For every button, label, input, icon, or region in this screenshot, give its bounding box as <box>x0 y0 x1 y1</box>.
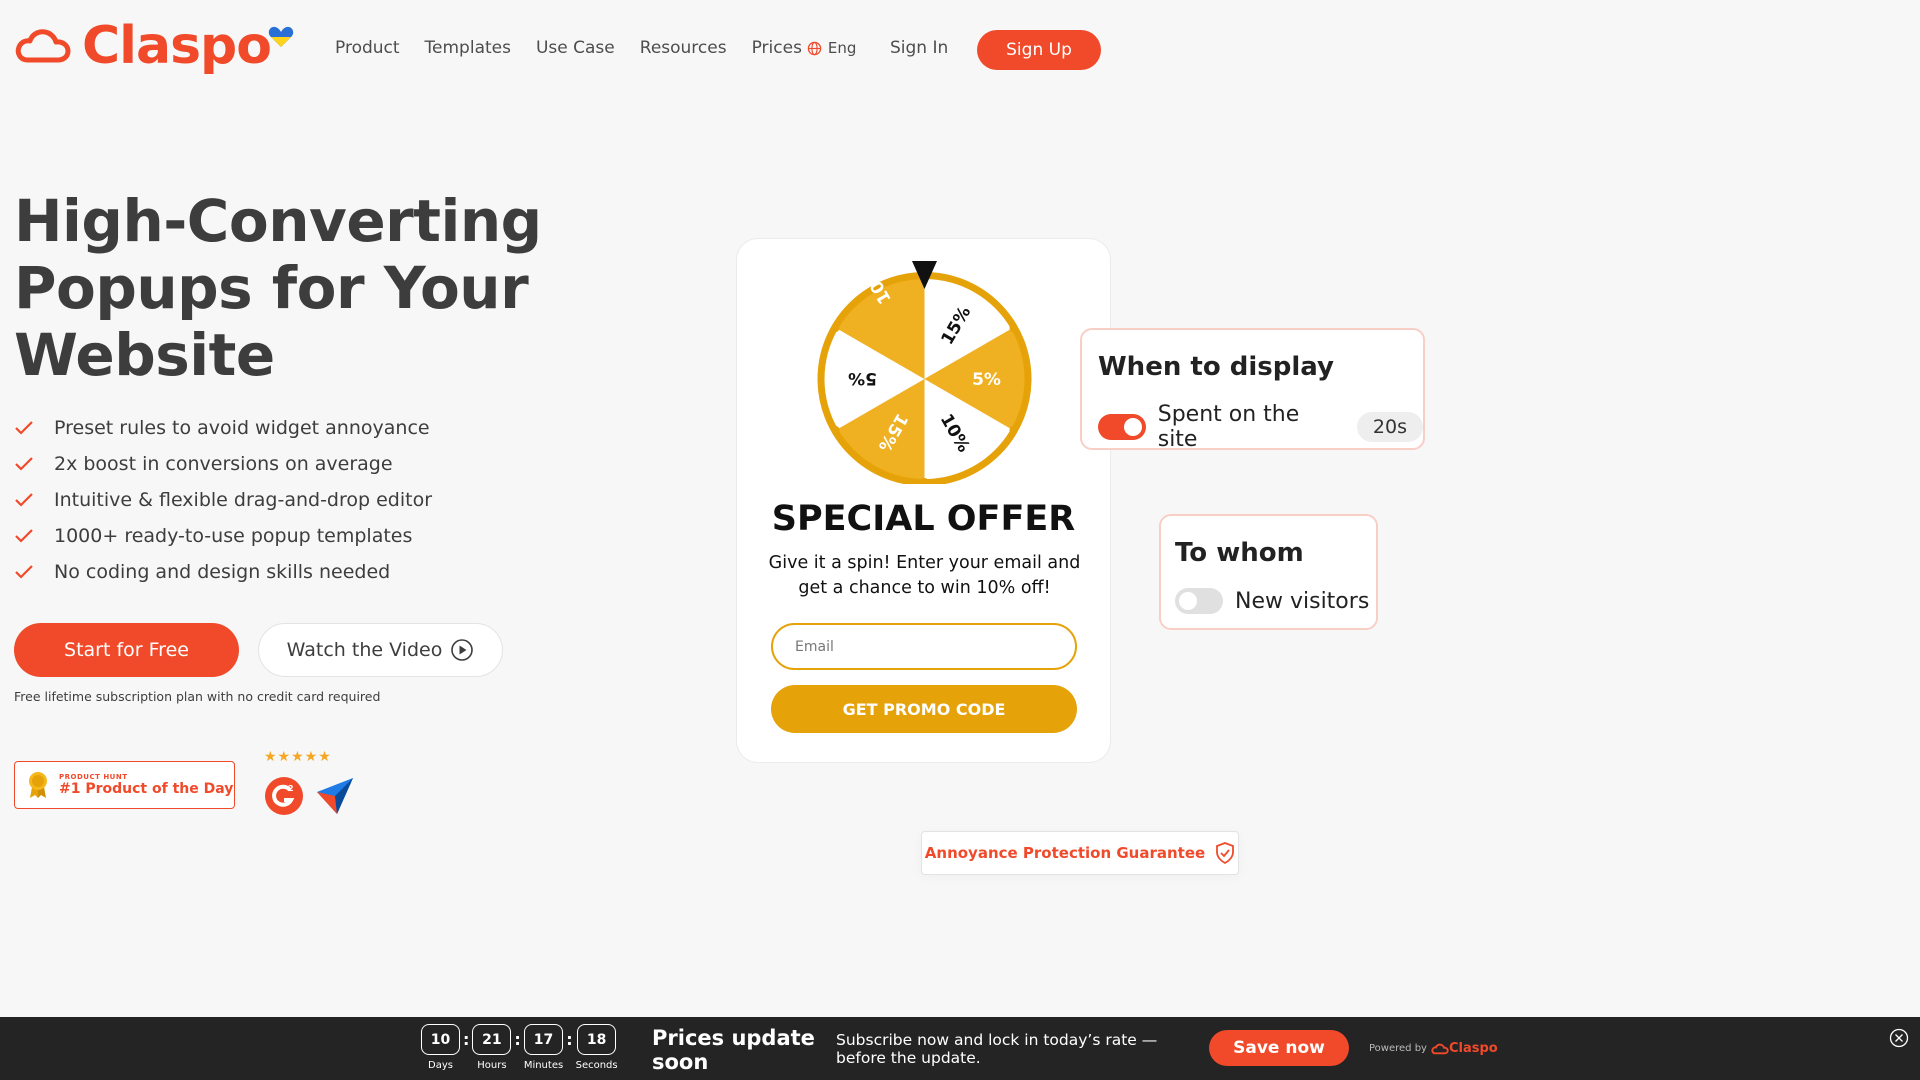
feature-list: Preset rules to avoid widget annoyance 2… <box>14 410 432 590</box>
check-icon <box>14 420 38 436</box>
wheel-label: 5% <box>972 370 1001 390</box>
time-on-site-toggle[interactable] <box>1098 414 1146 440</box>
wheel-label: 5% <box>848 368 877 388</box>
countdown-hours: 21 <box>472 1024 512 1055</box>
cloud-logo-icon <box>15 29 71 63</box>
logo-text: Claspo <box>82 16 272 76</box>
save-now-button[interactable]: Save now <box>1209 1030 1349 1066</box>
annoyance-guarantee-badge[interactable]: Annoyance Protection Guarantee <box>921 831 1239 875</box>
hero-title: High-Converting Popups for Your Website <box>14 187 542 389</box>
free-plan-note: Free lifetime subscription plan with no … <box>14 689 381 704</box>
time-value-pill[interactable]: 20s <box>1356 412 1423 442</box>
to-whom-card: To whom New visitors <box>1159 514 1378 630</box>
watch-video-label: Watch the Video <box>286 639 443 661</box>
check-icon <box>14 492 38 508</box>
countdown-minutes: 17 <box>524 1024 563 1055</box>
main-nav: Product Templates Use Case Resources Pri… <box>335 38 856 58</box>
shield-check-icon <box>1216 842 1235 864</box>
check-icon <box>14 528 38 544</box>
popup-preview-card: 10% 15% 5% 10% 15% 5% SPECIAL OFFER Give… <box>736 238 1111 763</box>
get-promo-code-button[interactable]: GET PROMO CODE <box>771 685 1077 733</box>
start-free-button[interactable]: Start for Free <box>14 623 239 677</box>
offer-text: Give it a spin! Enter your email and get… <box>768 553 1081 598</box>
award-icon <box>29 772 47 798</box>
new-visitors-label: New visitors <box>1235 588 1370 614</box>
play-icon <box>451 639 474 661</box>
guarantee-label: Annoyance Protection Guarantee <box>924 844 1206 862</box>
signup-button[interactable]: Sign Up <box>977 30 1101 70</box>
nav-product[interactable]: Product <box>335 38 400 58</box>
promo-bottom-bar: 10 Days : 21 Hours : 17 Minutes : 18 Sec… <box>0 1017 1920 1080</box>
language-switcher[interactable]: Eng <box>807 39 857 57</box>
capterra-icon[interactable] <box>315 776 355 816</box>
watch-video-button[interactable]: Watch the Video <box>258 623 503 677</box>
countdown-days-label: Days <box>428 1060 453 1071</box>
offer-title: SPECIAL OFFER <box>771 499 1076 539</box>
close-icon[interactable] <box>1889 1028 1909 1048</box>
feature-text: 1000+ ready-to-use popup templates <box>54 525 413 547</box>
feature-item: 1000+ ready-to-use popup templates <box>14 518 432 554</box>
signin-link[interactable]: Sign In <box>890 38 948 58</box>
feature-item: Preset rules to avoid widget annoyance <box>14 410 432 446</box>
when-card-title: When to display <box>1098 352 1334 382</box>
nav-prices[interactable]: Prices <box>752 38 802 58</box>
powered-by-logo-text: Claspo <box>1448 1041 1498 1056</box>
globe-icon <box>807 41 822 55</box>
logo[interactable]: Claspo <box>14 16 272 76</box>
email-input[interactable] <box>771 623 1077 670</box>
when-to-display-card: When to display Spent on the site 20s <box>1080 328 1425 452</box>
product-hunt-badge[interactable]: PRODUCT HUNT #1 Product of the Day <box>14 761 235 809</box>
nav-templates[interactable]: Templates <box>425 38 511 58</box>
nav-resources[interactable]: Resources <box>640 38 727 58</box>
time-on-site-label: Spent on the site <box>1157 402 1300 452</box>
language-label: Eng <box>827 39 857 57</box>
ph-small-label: PRODUCT HUNT <box>59 773 128 781</box>
countdown-minutes-label: Minutes <box>523 1060 564 1071</box>
new-visitors-toggle[interactable] <box>1175 588 1223 614</box>
g2-icon[interactable]: 2 <box>264 776 304 816</box>
feature-text: Preset rules to avoid widget annoyance <box>54 417 430 439</box>
countdown-seconds: 18 <box>577 1024 617 1055</box>
countdown-days: 10 <box>421 1024 460 1055</box>
nav-use-case[interactable]: Use Case <box>536 38 615 58</box>
powered-by[interactable]: Powered by Claspo <box>1369 1041 1498 1056</box>
svg-text:2: 2 <box>288 784 294 793</box>
feature-text: Intuitive & flexible drag-and-drop edito… <box>54 489 433 511</box>
countdown-timer: 10 Days : 21 Hours : 17 Minutes : 18 Sec… <box>421 1024 618 1071</box>
bottom-bar-text: Subscribe now and lock in today’s rate —… <box>836 1031 1158 1067</box>
rating-stars: ★★★★★ <box>264 749 332 765</box>
feature-text: 2x boost in conversions on average <box>54 453 393 475</box>
feature-text: No coding and design skills needed <box>54 561 391 583</box>
powered-by-label: Powered by <box>1369 1043 1427 1054</box>
heart-icon <box>268 26 294 47</box>
check-icon <box>14 456 38 472</box>
spin-wheel[interactable]: 10% 15% 5% 10% 15% 5% <box>817 259 1032 484</box>
feature-item: Intuitive & flexible drag-and-drop edito… <box>14 482 432 518</box>
bottom-bar-title: Prices update soon <box>652 1026 815 1074</box>
check-icon <box>14 564 38 580</box>
countdown-seconds-label: Seconds <box>575 1060 618 1071</box>
cloud-logo-icon <box>1431 1043 1449 1054</box>
feature-item: 2x boost in conversions on average <box>14 446 432 482</box>
countdown-hours-label: Hours <box>477 1060 507 1071</box>
feature-item: No coding and design skills needed <box>14 554 432 590</box>
whom-card-title: To whom <box>1175 538 1304 568</box>
ph-big-label: #1 Product of the Day <box>59 781 234 797</box>
